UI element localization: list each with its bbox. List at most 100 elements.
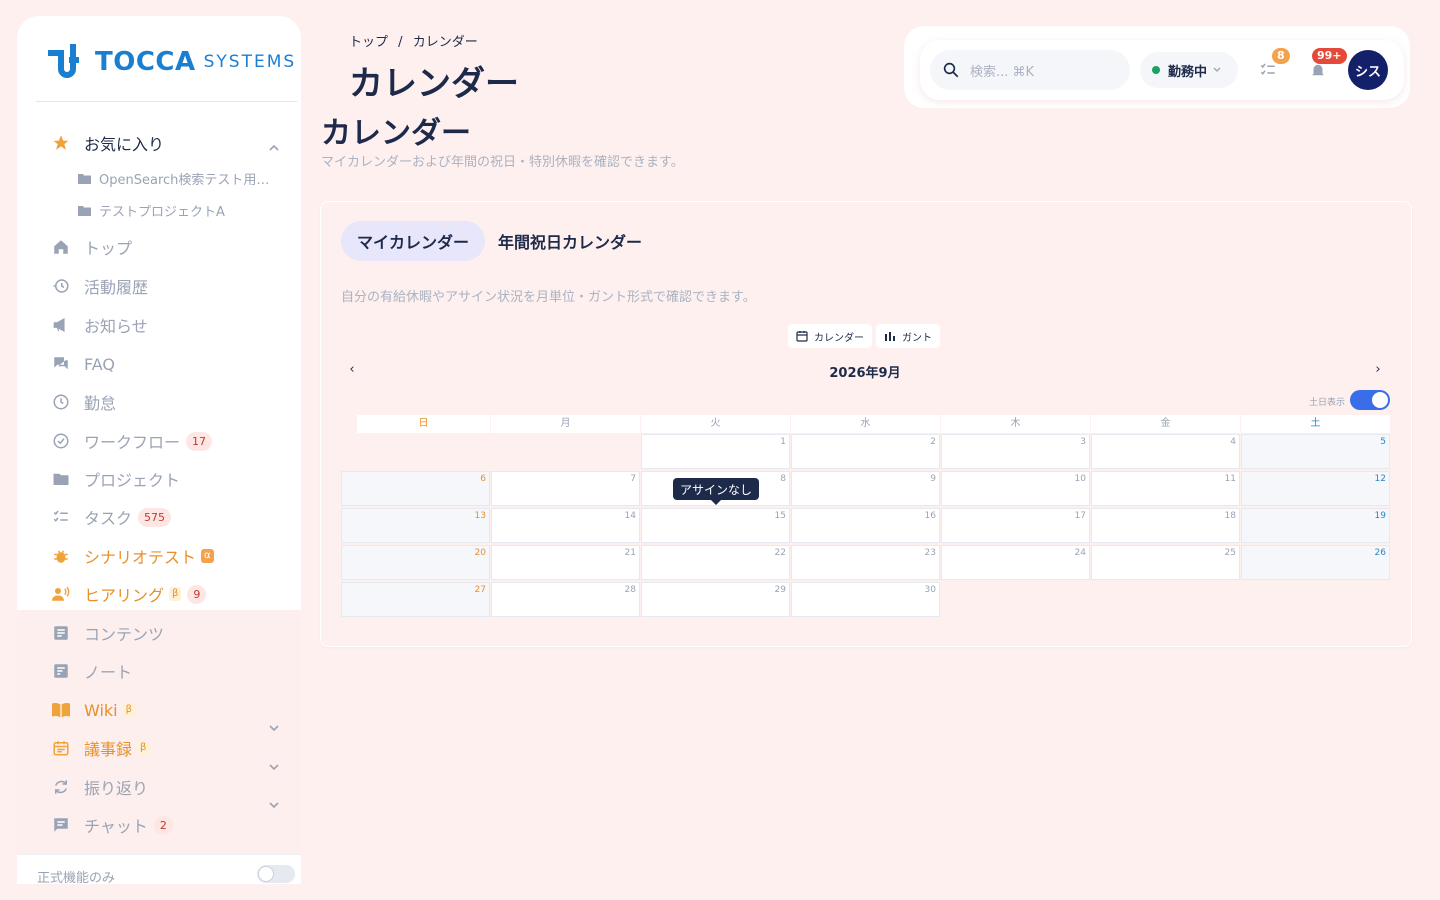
official-only-toggle[interactable]: [257, 865, 295, 883]
tocca-logo-icon: [48, 44, 79, 78]
bar-chart-icon: [885, 332, 895, 341]
calendar-day[interactable]: 9: [791, 471, 940, 506]
day-number: 2: [930, 437, 936, 447]
chat-count-badge: 2: [153, 815, 173, 835]
calendar-day[interactable]: 19: [1241, 508, 1390, 543]
search-input[interactable]: 検索... ⌘K: [930, 50, 1130, 90]
calendar-day[interactable]: 10: [941, 471, 1090, 506]
day-number: 9: [930, 474, 936, 484]
day-number: 14: [624, 511, 636, 521]
sidebar-item-news[interactable]: お知らせ: [50, 310, 148, 340]
sidebar-item-wiki[interactable]: Wiki β: [50, 695, 136, 725]
sidebar-item-label: トップ: [84, 239, 133, 258]
tasks-button[interactable]: 8: [1256, 48, 1290, 82]
calendar-icon: [796, 331, 808, 342]
calendar-day[interactable]: 5: [1241, 434, 1390, 469]
assignment-tooltip: アサインなし: [673, 478, 759, 505]
calendar-day[interactable]: 26: [1241, 545, 1390, 580]
tab-my-calendar[interactable]: マイカレンダー: [341, 221, 486, 261]
prev-month-button[interactable]: ‹: [345, 362, 359, 377]
calendar-day[interactable]: 13: [341, 508, 490, 543]
avatar[interactable]: シス: [1348, 50, 1388, 90]
weekend-display-toggle[interactable]: [1350, 390, 1390, 410]
calendar-day[interactable]: 30: [791, 582, 940, 617]
dow-friday: 金: [1091, 415, 1240, 433]
sidebar-item-label: お知らせ: [84, 317, 148, 336]
calendar-day[interactable]: 17: [941, 508, 1090, 543]
breadcrumb: トップ / カレンダー: [349, 31, 484, 50]
favorite-item[interactable]: テストプロジェクトA: [78, 198, 225, 222]
sidebar-item-scenario-test[interactable]: シナリオテスト α: [50, 541, 214, 571]
official-only-label: 正式機能のみ: [37, 871, 116, 884]
calendar-day[interactable]: 2: [791, 434, 940, 469]
sidebar-item-chat[interactable]: チャット 2: [50, 810, 173, 840]
sidebar-item-faq[interactable]: FAQ: [50, 349, 115, 379]
calendar-day[interactable]: 27: [341, 582, 490, 617]
day-number: 3: [1080, 437, 1086, 447]
calendar-day[interactable]: 6: [341, 471, 490, 506]
sidebar-item-project[interactable]: プロジェクト: [50, 464, 180, 494]
dow-tuesday: 火: [641, 415, 790, 433]
next-month-button[interactable]: ›: [1371, 362, 1385, 377]
calendar-day[interactable]: 20: [341, 545, 490, 580]
day-number: 11: [1224, 474, 1236, 484]
calendar-day[interactable]: 28: [491, 582, 640, 617]
calendar-day[interactable]: 18: [1091, 508, 1240, 543]
day-number: 27: [474, 585, 486, 595]
sidebar-item-label: チャット: [84, 817, 148, 836]
favorite-item[interactable]: OpenSearch検索テスト用プ...: [78, 166, 279, 190]
day-number: 25: [1224, 548, 1236, 558]
calendar-day[interactable]: 7: [491, 471, 640, 506]
sidebar-item-attendance[interactable]: 勤怠: [50, 387, 116, 417]
day-number: 4: [1230, 437, 1236, 447]
dow-saturday: 土: [1241, 415, 1390, 433]
breadcrumb-link[interactable]: トップ: [349, 35, 388, 50]
megaphone-icon: [50, 314, 72, 336]
sidebar-item-contents[interactable]: コンテンツ: [50, 618, 164, 648]
folder-icon: [78, 173, 91, 184]
calendar-day[interactable]: 23: [791, 545, 940, 580]
calendar-day[interactable]: 29: [641, 582, 790, 617]
calendar-day[interactable]: 25: [1091, 545, 1240, 580]
day-number: 7: [630, 474, 636, 484]
calendar-day[interactable]: 24: [941, 545, 1090, 580]
sidebar-item-minutes[interactable]: 議事録 β: [50, 733, 150, 763]
work-status-dropdown[interactable]: 勤務中: [1140, 52, 1238, 88]
folder-icon: [50, 468, 72, 490]
page-subtitle: マイカレンダーおよび年間の祝日・特別休暇を確認できます。: [321, 155, 684, 170]
calendar-day[interactable]: 3: [941, 434, 1090, 469]
day-number: 10: [1074, 474, 1086, 484]
calendar-day[interactable]: 22: [641, 545, 790, 580]
sidebar-item-note[interactable]: ノート: [50, 656, 132, 686]
calendar-day[interactable]: 21: [491, 545, 640, 580]
calendar-view-button[interactable]: カレンダー: [788, 324, 872, 348]
calendar-day[interactable]: 1: [641, 434, 790, 469]
chevron-down-icon[interactable]: [267, 721, 281, 735]
calendar-day[interactable]: 15: [641, 508, 790, 543]
sidebar-item-activity[interactable]: 活動履歴: [50, 271, 148, 301]
tab-holiday-calendar[interactable]: 年間祝日カレンダー: [498, 221, 642, 261]
logo[interactable]: TOCCA SYSTEMS: [47, 42, 296, 82]
check-circle-icon: [50, 430, 72, 452]
breadcrumb-separator: /: [398, 35, 403, 50]
calendar-day[interactable]: 16: [791, 508, 940, 543]
sidebar-item-retrospective[interactable]: 振り返り: [50, 772, 148, 802]
chevron-down-icon[interactable]: [267, 798, 281, 812]
checklist-icon: [50, 506, 72, 528]
calendar-day[interactable]: 4: [1091, 434, 1240, 469]
calendar-day[interactable]: 11: [1091, 471, 1240, 506]
sidebar-item-favorites[interactable]: お気に入り: [50, 128, 164, 158]
sidebar-item-top[interactable]: トップ: [50, 232, 132, 262]
chevron-down-icon[interactable]: [267, 760, 281, 774]
notifications-button[interactable]: 99+: [1306, 48, 1347, 82]
sidebar-item-workflow[interactable]: ワークフロー 17: [50, 426, 213, 456]
sidebar-item-hearing[interactable]: ヒアリング β 9: [50, 579, 207, 609]
sidebar-item-label: シナリオテスト: [84, 548, 197, 567]
chevron-up-icon[interactable]: [267, 141, 281, 155]
day-number: 1: [780, 437, 786, 447]
calendar-day[interactable]: 12: [1241, 471, 1390, 506]
topbar: 検索... ⌘K 勤務中 8 99+ シス: [904, 26, 1410, 108]
gantt-view-button[interactable]: ガント: [876, 324, 940, 348]
calendar-day[interactable]: 14: [491, 508, 640, 543]
sidebar-item-task[interactable]: タスク 575: [50, 502, 172, 532]
